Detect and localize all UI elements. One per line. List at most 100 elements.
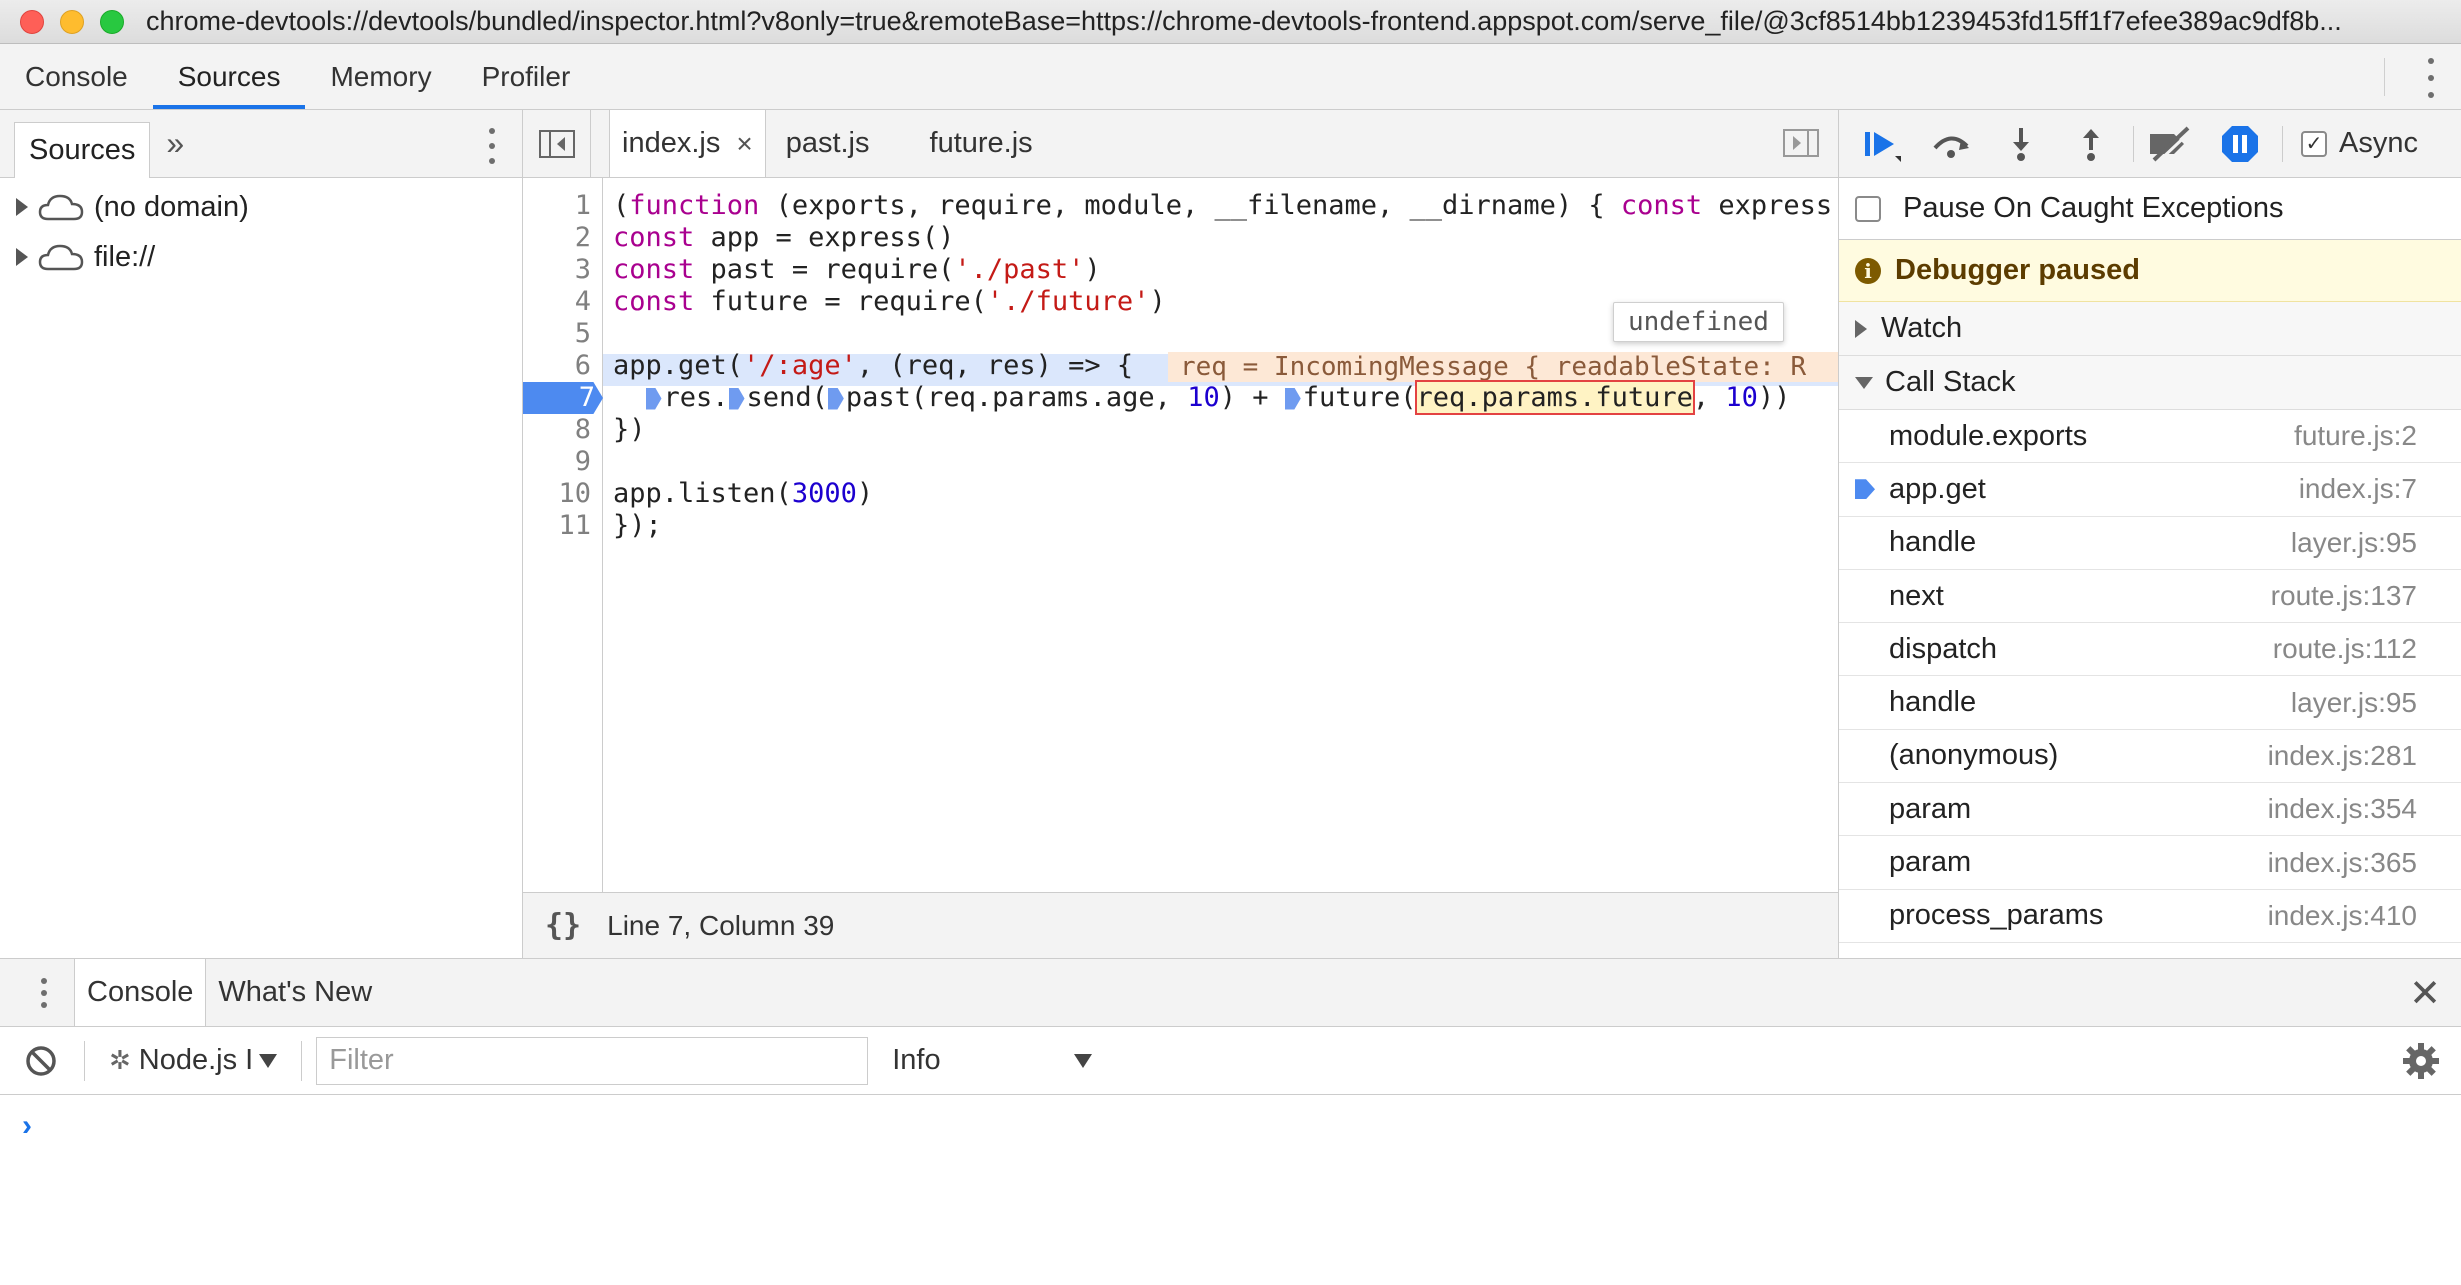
inline-breakpoint-icon[interactable] xyxy=(827,387,844,410)
step-into-button[interactable] xyxy=(1993,116,2049,172)
inline-variable-value: req = IncomingMessage { readableState: R xyxy=(1168,352,1838,382)
toolbar-divider xyxy=(2133,125,2134,162)
call-frame[interactable]: process_params index.js:410 xyxy=(1839,890,2461,943)
line-gutter[interactable]: 1 2 3 4 5 6 7 8 9 10 11 xyxy=(523,178,603,892)
pause-on-caught-label: Pause On Caught Exceptions xyxy=(1903,192,2284,224)
expand-arrow-icon[interactable] xyxy=(16,198,28,216)
expand-arrow-icon[interactable] xyxy=(16,248,28,266)
navigator-tab-sources[interactable]: Sources xyxy=(14,121,151,178)
watch-label: Watch xyxy=(1881,312,1963,344)
code-editor[interactable]: 1 2 3 4 5 6 7 8 9 10 11 (function (expor… xyxy=(523,178,1838,892)
execution-line-number[interactable]: 7 xyxy=(523,382,603,414)
tree-item-no-domain[interactable]: (no domain) xyxy=(0,182,522,232)
line-number[interactable]: 4 xyxy=(523,286,599,318)
context-selector[interactable]: ✲ Node.js I xyxy=(109,1044,278,1077)
frame-location[interactable]: index.js:281 xyxy=(2268,740,2417,772)
tree-item-file[interactable]: file:// xyxy=(0,232,522,282)
editor-panel: index.js × past.js future.js 1 2 3 4 5 6… xyxy=(523,110,1838,958)
call-frame[interactable]: handle layer.js:95 xyxy=(1839,676,2461,730)
step-into-icon xyxy=(2013,127,2029,161)
collapse-arrow-icon xyxy=(1855,376,1873,389)
navigator-panel: Sources » (no domain) file:// xyxy=(0,110,523,958)
cloud-icon xyxy=(38,242,84,272)
toggle-debugger-icon[interactable] xyxy=(1782,128,1820,163)
frame-name: handle xyxy=(1889,526,1977,559)
more-tabs-icon[interactable]: » xyxy=(166,125,184,162)
navigator-menu-icon[interactable] xyxy=(486,128,498,164)
context-label: Node.js I xyxy=(138,1044,254,1076)
console-filter-input[interactable] xyxy=(316,1036,869,1085)
editor-tab-future-js[interactable]: future.js xyxy=(910,110,1053,177)
resume-button[interactable] xyxy=(1853,116,1909,172)
line-number[interactable]: 11 xyxy=(523,510,599,542)
console-prompt[interactable]: › xyxy=(22,1109,32,1143)
pause-on-exceptions-button[interactable] xyxy=(2212,116,2268,172)
call-frame[interactable]: param index.js:354 xyxy=(1839,783,2461,837)
call-frame[interactable]: param index.js:365 xyxy=(1839,836,2461,890)
customize-menu-icon[interactable] xyxy=(2425,58,2437,98)
toggle-navigator-icon[interactable] xyxy=(523,110,591,177)
inline-breakpoint-icon[interactable] xyxy=(645,387,662,410)
minimize-window-button[interactable] xyxy=(60,9,84,34)
drawer-tab-console[interactable]: Console xyxy=(74,959,207,1026)
console-settings-gear-icon[interactable] xyxy=(2401,1041,2441,1086)
code-line-4: const future = require('./future') xyxy=(613,286,1166,317)
pretty-print-icon[interactable]: {} xyxy=(545,908,581,943)
toolbar-divider xyxy=(301,1040,303,1081)
zoom-window-button[interactable] xyxy=(100,9,124,34)
inline-breakpoint-icon[interactable] xyxy=(728,387,745,410)
call-frame[interactable]: (anonymous) index.js:281 xyxy=(1839,730,2461,784)
call-frame[interactable]: next route.js:137 xyxy=(1839,570,2461,624)
frame-location[interactable]: layer.js:95 xyxy=(2291,687,2417,719)
deactivate-breakpoints-button[interactable] xyxy=(2142,116,2198,172)
frame-location[interactable]: future.js:2 xyxy=(2294,420,2417,452)
watch-section-header[interactable]: Watch xyxy=(1839,302,2461,356)
clear-console-icon[interactable] xyxy=(24,1044,58,1078)
line-number[interactable]: 5 xyxy=(523,318,599,350)
debugger-paused-banner: i Debugger paused xyxy=(1839,240,2461,302)
line-number[interactable]: 1 xyxy=(523,190,599,222)
line-number[interactable]: 10 xyxy=(523,478,599,510)
log-level-selector[interactable]: Info xyxy=(892,1044,1093,1077)
drawer-menu-icon[interactable] xyxy=(22,959,66,1026)
code-line-2: const app = express() xyxy=(613,222,955,253)
line-number[interactable]: 8 xyxy=(523,414,599,446)
close-window-button[interactable] xyxy=(20,9,44,34)
tab-memory[interactable]: Memory xyxy=(305,44,456,109)
step-out-button[interactable] xyxy=(2063,116,2119,172)
async-checkbox[interactable]: ✓ xyxy=(2301,130,2327,157)
frame-location[interactable]: layer.js:95 xyxy=(2291,527,2417,559)
hovered-expression[interactable]: req.params.future xyxy=(1414,380,1695,415)
call-frame-current[interactable]: app.get index.js:7 xyxy=(1839,463,2461,517)
tab-console[interactable]: Console xyxy=(0,44,153,109)
frame-location[interactable]: index.js:365 xyxy=(2268,847,2417,879)
line-number[interactable]: 6 xyxy=(523,350,599,382)
call-frame[interactable]: dispatch route.js:112 xyxy=(1839,623,2461,677)
frame-location[interactable]: index.js:7 xyxy=(2299,473,2417,505)
close-tab-icon[interactable]: × xyxy=(736,128,752,160)
call-frame[interactable]: module.exports future.js:2 xyxy=(1839,410,2461,464)
editor-tab-index-js[interactable]: index.js × xyxy=(609,110,766,177)
frame-location[interactable]: route.js:112 xyxy=(2273,633,2417,665)
main-tab-bar: Console Sources Memory Profiler xyxy=(0,44,2461,110)
line-number[interactable]: 2 xyxy=(523,222,599,254)
line-number[interactable]: 3 xyxy=(523,254,599,286)
call-stack-section-header[interactable]: Call Stack xyxy=(1839,356,2461,410)
drawer-tab-whats-new[interactable]: What's New xyxy=(206,959,384,1026)
frame-location[interactable]: index.js:410 xyxy=(2268,900,2417,932)
frame-location[interactable]: index.js:354 xyxy=(2268,793,2417,825)
call-frame[interactable]: handle layer.js:95 xyxy=(1839,517,2461,570)
close-drawer-icon[interactable]: ✕ xyxy=(2409,971,2441,1016)
tab-profiler[interactable]: Profiler xyxy=(457,44,596,109)
editor-tab-past-js[interactable]: past.js xyxy=(766,110,890,177)
step-over-button[interactable] xyxy=(1923,116,1979,172)
pause-on-caught-row[interactable]: Pause On Caught Exceptions xyxy=(1839,178,2461,240)
debugger-toolbar: ✓ Async xyxy=(1839,110,2461,178)
frame-location[interactable]: route.js:137 xyxy=(2271,580,2417,612)
tab-sources[interactable]: Sources xyxy=(152,44,306,109)
line-number[interactable]: 9 xyxy=(523,446,599,478)
inline-breakpoint-icon[interactable] xyxy=(1284,387,1301,410)
tree-item-label: file:// xyxy=(94,240,156,273)
expand-arrow-icon xyxy=(1855,319,1867,338)
pause-on-caught-checkbox[interactable] xyxy=(1855,195,1881,222)
